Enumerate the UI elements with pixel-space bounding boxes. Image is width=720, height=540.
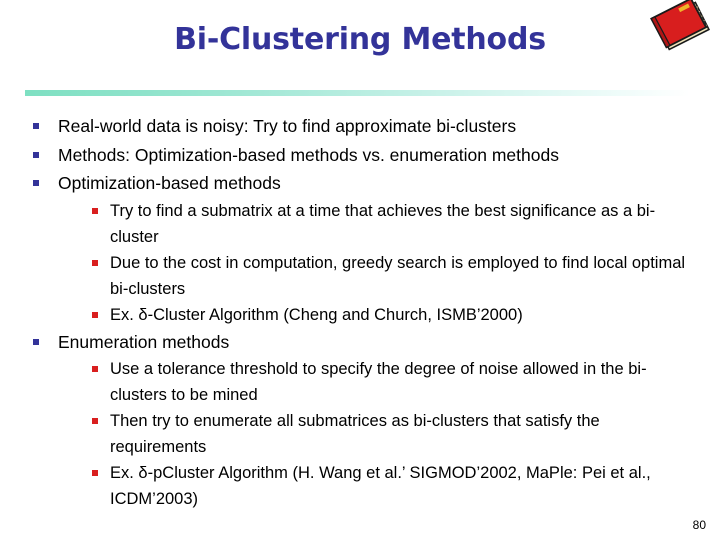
- bullet-marker-blue-icon: [33, 338, 39, 345]
- bullet-level1: Methods: Optimization-based methods vs. …: [0, 141, 720, 170]
- bullet-text: Optimization-based methods: [58, 173, 281, 193]
- bullet-level2: Due to the cost in computation, greedy s…: [0, 250, 720, 302]
- slide-body: Real-world data is noisy: Try to find ap…: [0, 112, 720, 512]
- bullet-text: Methods: Optimization-based methods vs. …: [58, 144, 559, 165]
- bullet-text: Then try to enumerate all submatrices as…: [110, 412, 600, 456]
- title-divider: [25, 90, 690, 96]
- red-book-icon: [644, 0, 720, 56]
- bullet-level1: Optimization-based methods: [0, 169, 720, 198]
- bullet-text: Ex. δ-pCluster Algorithm (H. Wang et al.…: [110, 464, 651, 508]
- bullet-text: Ex. δ-Cluster Algorithm (Cheng and Churc…: [110, 305, 523, 324]
- page-number: 80: [692, 518, 706, 532]
- bullet-level2: Ex. δ-Cluster Algorithm (Cheng and Churc…: [0, 302, 720, 328]
- bullet-level2: Ex. δ-pCluster Algorithm (H. Wang et al.…: [0, 460, 720, 512]
- bullet-text: Use a tolerance threshold to specify the…: [110, 360, 647, 404]
- bullet-level2: Then try to enumerate all submatrices as…: [0, 408, 720, 460]
- bullet-marker-red-icon: [92, 311, 98, 318]
- bullet-marker-blue-icon: [33, 151, 39, 158]
- bullet-marker-red-icon: [92, 207, 98, 214]
- bullet-text: Real-world data is noisy: Try to find ap…: [58, 116, 517, 136]
- bullet-marker-blue-icon: [33, 180, 39, 186]
- bullet-text: Due to the cost in computation, greedy s…: [110, 253, 686, 298]
- bullet-marker-blue-icon: [33, 123, 39, 129]
- slide-canvas: Bi-Clustering Methods Real-world data is…: [0, 0, 720, 540]
- page-title: Bi-Clustering Methods: [174, 22, 546, 57]
- bullet-marker-red-icon: [92, 418, 98, 424]
- bullet-text: Enumeration methods: [58, 331, 230, 352]
- bullet-level1: Real-world data is noisy: Try to find ap…: [0, 112, 720, 141]
- bullet-level2: Use a tolerance threshold to specify the…: [0, 356, 720, 408]
- bullet-marker-red-icon: [92, 259, 98, 266]
- bullet-marker-red-icon: [92, 470, 98, 476]
- bullet-text: Try to find a submatrix at a time that a…: [110, 201, 656, 246]
- bullet-level1: Enumeration methods: [0, 328, 720, 357]
- bullet-marker-red-icon: [92, 366, 98, 372]
- bullet-level2: Try to find a submatrix at a time that a…: [0, 198, 720, 250]
